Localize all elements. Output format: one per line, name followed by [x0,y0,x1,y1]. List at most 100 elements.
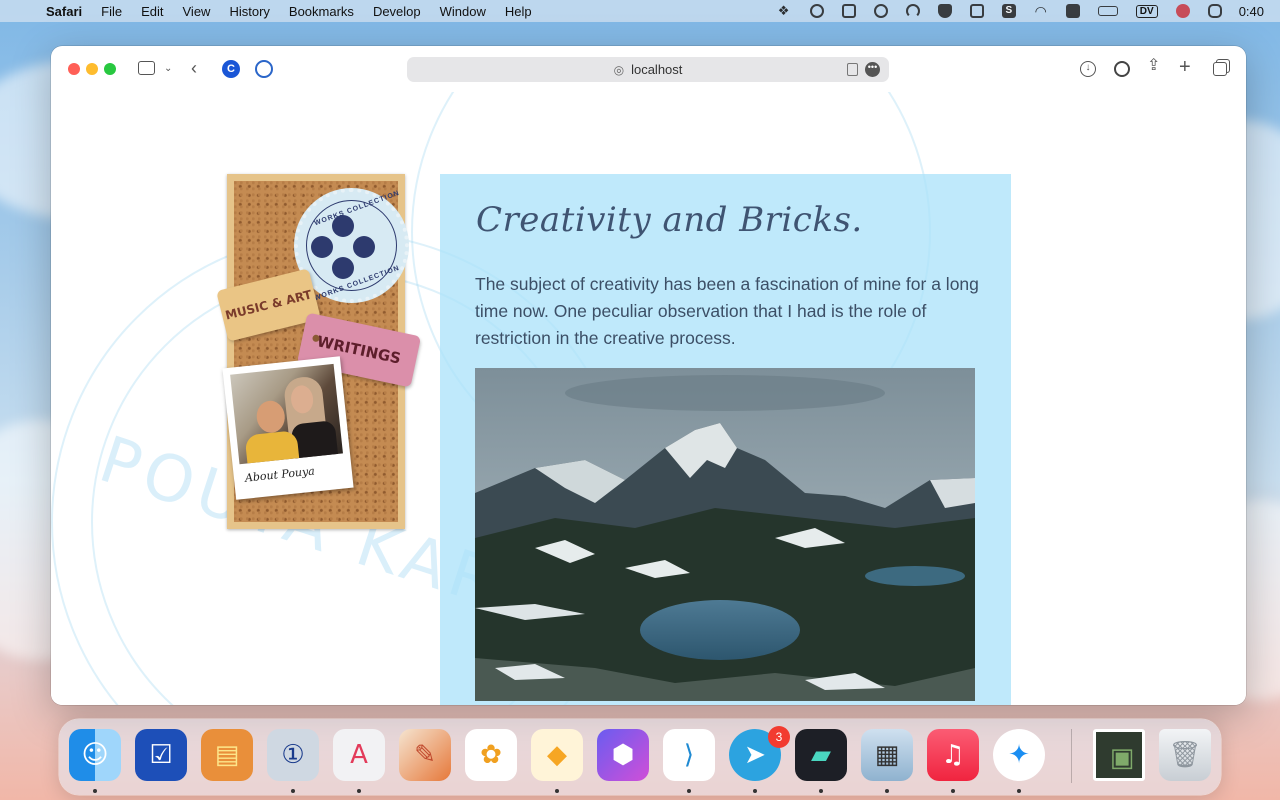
share-icon[interactable]: ⇪ [1147,58,1160,74]
running-indicator [93,789,97,793]
running-indicator [819,789,823,793]
pixelmator-app-icon[interactable]: ✎ [399,729,451,781]
web-page: POUYA KARY WORKS COLLECTION WORKS COLLEC… [51,92,1246,705]
telegram-unread-badge: 3 [768,726,790,748]
couple-photo [230,363,343,465]
stickies-app-icon[interactable]: ▤ [201,729,253,781]
clipboard-icon[interactable] [841,4,856,18]
menu-view[interactable]: View [183,4,211,19]
more-options-icon[interactable]: ••• [865,62,880,77]
back-arrow-icon[interactable]: ‹ [191,59,197,77]
battery-icon[interactable] [1097,6,1118,16]
layout-icon[interactable] [1065,4,1080,18]
music-note-icon: ♫ [941,740,965,770]
shield-icon[interactable] [937,4,952,18]
article-title: Creativity and Bricks. [476,200,863,240]
finder-app-icon[interactable]: ☺ [69,729,121,781]
running-indicator [753,789,757,793]
affinity-app-icon[interactable]: A [333,729,385,781]
photo-stack-icon: ▣ [1109,743,1135,773]
menu-history[interactable]: History [229,4,269,19]
menu-app-name[interactable]: Safari [46,4,82,19]
tabs-overview-icon[interactable] [1213,62,1227,76]
about-polaroid[interactable]: About Pouya [222,356,354,500]
photo-shirt-man [244,430,301,465]
url-text[interactable]: localhost [631,62,682,77]
safari-app-icon[interactable]: ✦ [993,729,1045,781]
gem-icon: ⬢ [611,740,635,770]
downloads-stack-icon[interactable]: ▣ [1093,729,1145,781]
linear-logo-icon: ▰ [811,740,831,770]
browser-toolbar: ⌄ ‹ C ◎ localhost ••• ↓ ⇪ + [51,46,1246,92]
polaroid-caption: About Pouya [244,464,316,485]
seal-petal [332,257,354,279]
running-indicator [555,789,559,793]
speedometer-icon[interactable] [905,4,920,18]
mountain-lake-image [475,368,975,701]
diamond-icon: ◆ [547,740,567,770]
chevron-down-icon[interactable]: ⌄ [164,61,172,77]
linear-app-icon[interactable]: ▰ [795,729,847,781]
sidebar-icon[interactable] [138,61,155,75]
password-lock-icon[interactable] [809,4,824,18]
dv-icon[interactable]: DV [1135,4,1158,18]
seal-petal [353,236,375,258]
menu-window[interactable]: Window [440,4,486,19]
menu-help[interactable]: Help [505,4,532,19]
running-indicator [951,789,955,793]
photos-app-icon[interactable]: ✿ [465,729,517,781]
compass-icon: ✦ [1008,740,1030,770]
keyhole-icon: ① [281,740,305,770]
monodraw-app-icon[interactable]: ⬢ [597,729,649,781]
photos-flower-icon: ✿ [480,740,502,770]
menu-develop[interactable]: Develop [373,4,421,19]
preview-photos-icon: ▦ [874,740,900,770]
control-center-icon[interactable] [1207,4,1222,18]
seal-petal [311,236,333,258]
menu-clock[interactable]: 0:40 [1239,4,1264,19]
menu-file[interactable]: File [101,4,122,19]
menu-edit[interactable]: Edit [141,4,163,19]
reader-mode-icon[interactable] [847,63,858,76]
extension-c-icon[interactable]: C [222,60,240,78]
sticky-note-icon: ▤ [214,740,240,770]
photo-face-man [255,399,287,435]
running-indicator [687,789,691,793]
minimize-window-button[interactable] [86,63,98,75]
dock-separator [1071,729,1072,783]
article-body: The subject of creativity has been a fas… [475,274,979,348]
running-indicator [291,789,295,793]
safari-window: ⌄ ‹ C ◎ localhost ••• ↓ ⇪ + POUYA KARY W… [51,46,1246,705]
download-icon[interactable]: ↓ [1080,61,1096,77]
trash-can-glyph-icon: 🗑 [1168,740,1202,770]
finder-face-icon: ☺ [81,740,109,770]
bot-icon[interactable] [969,4,984,18]
close-window-button[interactable] [68,63,80,75]
brush-icon: ✎ [414,740,436,770]
running-indicator [357,789,361,793]
s-app-icon[interactable]: S [1001,4,1016,18]
wifi-icon[interactable]: ◠ [1034,4,1048,18]
seal-petal [338,242,348,252]
address-bar[interactable]: ◎ localhost ••• [407,57,889,82]
sketch-app-icon[interactable]: ◆ [531,729,583,781]
dropbox-icon[interactable]: ❖ [778,4,792,18]
a-glyph-icon: A [350,740,368,770]
password-icon[interactable] [1114,61,1130,77]
omnifocus-app-icon[interactable]: ☑ [135,729,187,781]
article-card: Creativity and Bricks. The subject of cr… [440,174,1011,705]
new-tab-icon[interactable]: + [1179,57,1191,77]
extension-refresh-icon[interactable] [255,60,273,78]
flower-icon[interactable] [1175,4,1190,18]
zoom-window-button[interactable] [104,63,116,75]
onepassword-app-icon[interactable]: ① [267,729,319,781]
menu-bookmarks[interactable]: Bookmarks [289,4,354,19]
play-circle-icon[interactable] [873,4,888,18]
vscode-app-icon[interactable]: ⟩ [663,729,715,781]
preview-app-icon[interactable]: ▦ [861,729,913,781]
globe-icon: ◎ [613,62,625,77]
running-indicator [1017,789,1021,793]
vscode-logo-icon: ⟩ [683,740,695,770]
music-app-icon[interactable]: ♫ [927,729,979,781]
trash-icon[interactable]: 🗑 [1159,729,1211,781]
